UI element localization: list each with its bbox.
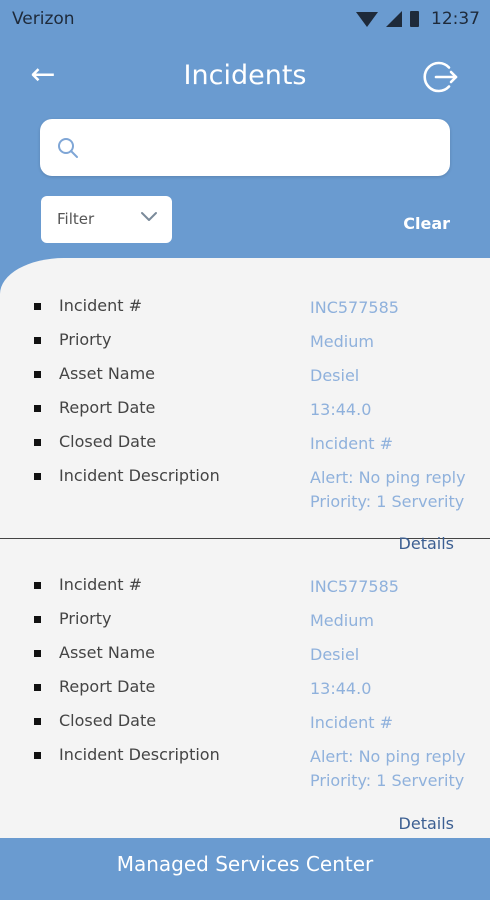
- field-label: Priorty: [59, 609, 112, 628]
- field-label: Incident #: [59, 575, 143, 594]
- status-icons: 12:37: [356, 9, 480, 29]
- field-label: Incident #: [59, 296, 143, 315]
- bullet-icon: [34, 752, 41, 759]
- bullet-icon: [34, 439, 41, 446]
- incident-card: Incident # INC577585 Priorty Medium Asse…: [0, 258, 490, 553]
- battery-icon: [410, 11, 419, 27]
- field-value: Incident #: [310, 713, 394, 732]
- chevron-down-icon: [141, 212, 157, 221]
- bullet-icon: [34, 303, 41, 310]
- clear-button[interactable]: Clear: [403, 214, 450, 233]
- filter-dropdown[interactable]: Filter: [41, 196, 172, 243]
- clock-label: 12:37: [431, 9, 480, 29]
- field-value: Alert: No ping reply: [310, 468, 466, 487]
- field-value: Alert: No ping reply: [310, 747, 466, 766]
- bullet-icon: [34, 405, 41, 412]
- bullet-icon: [34, 473, 41, 480]
- logout-icon: [423, 61, 458, 93]
- field-label: Closed Date: [59, 711, 157, 730]
- logout-button[interactable]: [422, 58, 460, 96]
- incident-list: Incident # INC577585 Priorty Medium Asse…: [0, 258, 490, 838]
- field-value: Medium: [310, 611, 374, 630]
- details-link[interactable]: Details: [399, 814, 454, 833]
- field-label: Asset Name: [59, 643, 156, 662]
- field-label: Incident Description: [59, 466, 220, 485]
- carrier-label: Verizon: [12, 9, 75, 29]
- bullet-icon: [34, 371, 41, 378]
- footer-title: Managed Services Center: [116, 852, 374, 876]
- details-link[interactable]: Details: [399, 534, 454, 553]
- field-value: INC577585: [310, 298, 399, 317]
- field-value: INC577585: [310, 577, 399, 596]
- filter-label: Filter: [57, 210, 95, 228]
- wifi-icon: [356, 11, 378, 27]
- field-value: Incident #: [310, 434, 394, 453]
- bullet-icon: [34, 684, 41, 691]
- field-label: Asset Name: [59, 364, 156, 383]
- field-value: Desiel: [310, 645, 360, 664]
- field-label: Incident Description: [59, 745, 220, 764]
- bullet-icon: [34, 650, 41, 657]
- search-bar: [40, 119, 450, 176]
- incident-card: Incident # INC577585 Priorty Medium Asse…: [0, 557, 490, 837]
- field-value: 13:44.0: [310, 400, 372, 419]
- bullet-icon: [34, 718, 41, 725]
- page-title: Incidents: [183, 60, 307, 91]
- app-footer: Managed Services Center: [0, 838, 490, 900]
- bullet-icon: [34, 337, 41, 344]
- field-label: Report Date: [59, 398, 156, 417]
- field-value: 13:44.0: [310, 679, 372, 698]
- field-value: Desiel: [310, 366, 360, 385]
- search-icon: [58, 138, 78, 158]
- search-input[interactable]: [92, 131, 436, 166]
- field-label: Priorty: [59, 330, 112, 349]
- field-label: Report Date: [59, 677, 156, 696]
- bullet-icon: [34, 582, 41, 589]
- app-header: ← Incidents: [0, 50, 490, 106]
- field-value-line2: Priority: 1 Serverity: [310, 771, 465, 790]
- bullet-icon: [34, 616, 41, 623]
- field-value: Medium: [310, 332, 374, 351]
- field-value-line2: Priority: 1 Serverity: [310, 492, 465, 511]
- signal-icon: [386, 11, 402, 27]
- field-label: Closed Date: [59, 432, 157, 451]
- status-bar: Verizon 12:37: [0, 0, 490, 40]
